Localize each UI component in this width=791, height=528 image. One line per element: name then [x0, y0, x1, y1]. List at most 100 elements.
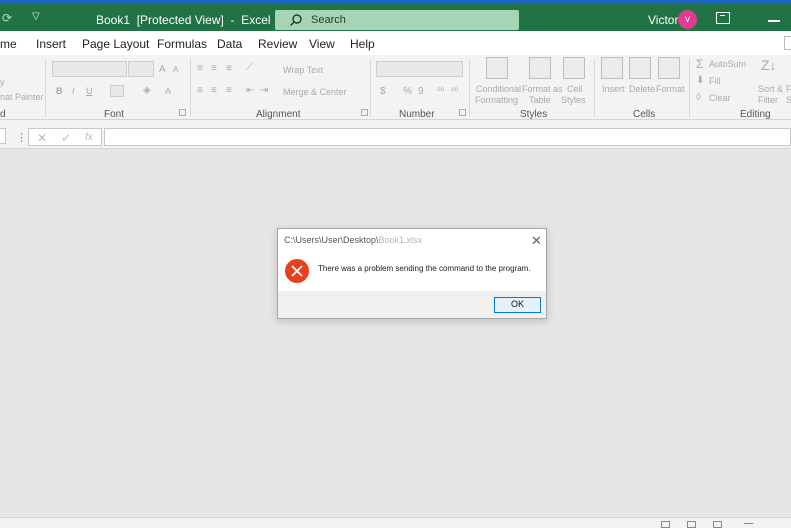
search-icon: [290, 14, 302, 26]
sort-filter-icon[interactable]: Z↓: [761, 57, 777, 73]
conditional-formatting-label-1[interactable]: Conditional: [476, 84, 521, 94]
format-as-table-icon[interactable]: [529, 57, 551, 79]
align-center-icon[interactable]: ≡: [211, 85, 217, 96]
editing-group-label: Editing: [740, 109, 771, 120]
redo-icon[interactable]: ⟳: [2, 11, 12, 25]
align-right-icon[interactable]: ≡: [226, 85, 232, 96]
fill-icon[interactable]: ⬇: [696, 75, 704, 86]
page-layout-view-icon[interactable]: [687, 521, 696, 528]
tab-insert[interactable]: Insert: [36, 37, 66, 51]
indent-icon[interactable]: ⇤: [246, 85, 254, 96]
align-left-icon[interactable]: ≡: [197, 85, 203, 96]
name-box[interactable]: [0, 128, 6, 144]
user-name[interactable]: Victor: [648, 13, 678, 27]
clear-icon[interactable]: ◊: [696, 92, 701, 103]
window-title: Book1 [Protected View] - Excel: [96, 13, 271, 27]
cell-styles-label-1[interactable]: Cell: [567, 84, 583, 94]
wrap-text-button[interactable]: Wrap Text: [283, 65, 323, 75]
error-message: There was a problem sending the command …: [318, 264, 531, 273]
zoom-out-icon[interactable]: [744, 523, 753, 524]
format-cells-icon[interactable]: [658, 57, 680, 79]
enter-entry-icon[interactable]: ✓: [61, 131, 71, 145]
ok-button[interactable]: OK: [494, 297, 541, 313]
find-select-label-1[interactable]: F: [786, 84, 791, 94]
align-top-icon[interactable]: ≡: [197, 63, 203, 74]
avatar[interactable]: V: [678, 10, 697, 29]
insert-function-icon[interactable]: fx: [85, 132, 93, 143]
merge-center-button[interactable]: Merge & Center: [283, 87, 347, 97]
tab-view[interactable]: View: [309, 37, 335, 51]
format-cells-button[interactable]: Format: [656, 84, 685, 94]
group-divider: [370, 59, 371, 117]
cell-styles-label-2[interactable]: Styles: [561, 95, 586, 105]
title-bar: ⟳ ▽ Book1 [Protected View] - Excel Searc…: [0, 0, 791, 31]
close-icon[interactable]: ✕: [531, 233, 542, 249]
align-middle-icon[interactable]: ≡: [211, 63, 217, 74]
tab-formulas[interactable]: Formulas: [157, 37, 207, 51]
bold-button[interactable]: B: [56, 86, 63, 96]
percent-button[interactable]: %: [403, 86, 412, 97]
font-color-button[interactable]: A: [165, 86, 171, 96]
format-painter-button[interactable]: nat Painter: [0, 92, 44, 102]
delete-cells-button[interactable]: Delete: [629, 84, 655, 94]
underline-button[interactable]: U: [86, 86, 93, 96]
error-icon: [285, 259, 309, 283]
tab-review[interactable]: Review: [258, 37, 297, 51]
tab-page-layout[interactable]: Page Layout: [82, 37, 149, 51]
number-dialog-launcher-icon[interactable]: [459, 109, 466, 116]
delete-cells-icon[interactable]: [629, 57, 651, 79]
insert-cells-button[interactable]: Insert: [602, 84, 625, 94]
grow-font-button[interactable]: A: [159, 64, 166, 75]
font-name-dropdown[interactable]: [52, 61, 127, 77]
group-divider: [190, 59, 191, 117]
decrease-decimal-icon[interactable]: ⁰⁰: [451, 86, 458, 97]
increase-decimal-icon[interactable]: ⁰⁰: [437, 86, 444, 97]
search-box[interactable]: Search: [275, 10, 519, 30]
borders-icon[interactable]: [110, 85, 124, 97]
tab-help[interactable]: Help: [350, 37, 375, 51]
font-dialog-launcher-icon[interactable]: [179, 109, 186, 116]
format-as-table-label-1[interactable]: Format as: [522, 84, 563, 94]
sort-filter-label-2[interactable]: Filter: [758, 95, 778, 105]
ribbon-display-options-icon[interactable]: [716, 12, 730, 24]
clear-button[interactable]: Clear: [709, 93, 731, 103]
font-size-dropdown[interactable]: [128, 61, 154, 77]
tab-home[interactable]: me: [0, 37, 17, 51]
more-options-icon[interactable]: ⋮: [16, 131, 27, 144]
search-placeholder: Search: [311, 14, 346, 26]
ribbon-tabs: me Insert Page Layout Formulas Data Revi…: [0, 31, 791, 55]
tab-data[interactable]: Data: [217, 37, 242, 51]
comma-button[interactable]: 9: [418, 86, 424, 97]
fill-button[interactable]: Fill: [709, 76, 721, 86]
number-format-dropdown[interactable]: [376, 61, 463, 77]
dialog-title-path: C:\Users\User\Desktop\: [284, 235, 379, 245]
outdent-icon[interactable]: ⇥: [260, 85, 268, 96]
minimize-icon[interactable]: [768, 20, 780, 22]
page-break-view-icon[interactable]: [713, 521, 722, 528]
insert-cells-icon[interactable]: [601, 57, 623, 79]
shrink-font-button[interactable]: A: [173, 65, 178, 74]
conditional-formatting-icon[interactable]: [486, 57, 508, 79]
customize-quick-access-icon[interactable]: ▽: [32, 11, 40, 22]
conditional-formatting-label-2[interactable]: Formatting: [475, 95, 518, 105]
currency-button[interactable]: $: [380, 86, 386, 97]
group-divider: [469, 59, 470, 117]
format-as-table-label-2[interactable]: Table: [529, 95, 551, 105]
fill-color-icon[interactable]: ◈: [143, 85, 151, 96]
italic-button[interactable]: I: [72, 86, 75, 96]
font-group-label: Font: [104, 109, 125, 120]
sort-filter-label-1[interactable]: Sort &: [758, 84, 783, 94]
find-select-label-2[interactable]: Se: [786, 95, 791, 105]
autosum-icon[interactable]: Σ: [696, 57, 703, 71]
cancel-entry-icon[interactable]: ✕: [37, 131, 47, 145]
share-button[interactable]: [784, 36, 791, 50]
formula-input[interactable]: [104, 128, 791, 146]
cell-styles-icon[interactable]: [563, 57, 585, 79]
normal-view-icon[interactable]: [661, 521, 670, 528]
align-bottom-icon[interactable]: ≡: [226, 63, 232, 74]
orientation-icon[interactable]: ⟋: [246, 62, 253, 73]
autosum-button[interactable]: AutoSum: [709, 59, 746, 69]
copy-button[interactable]: y: [0, 77, 5, 87]
status-bar: [0, 517, 791, 528]
alignment-dialog-launcher-icon[interactable]: [361, 109, 368, 116]
